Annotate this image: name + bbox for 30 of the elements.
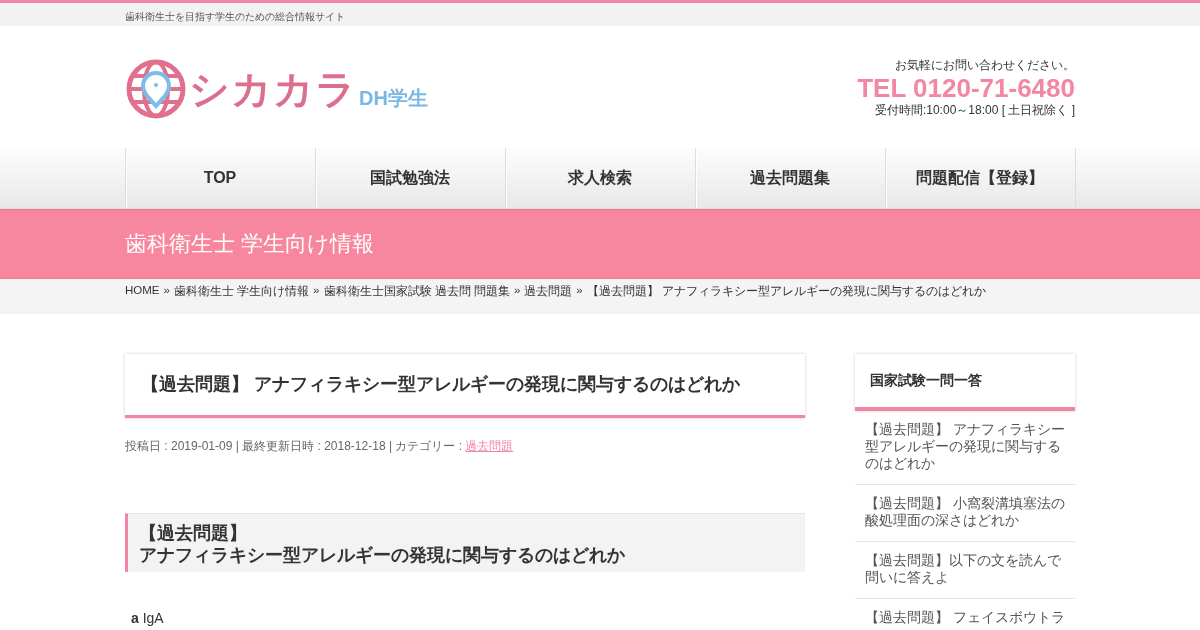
sidebar-link[interactable]: 【過去問題】 フェイスボウトラ: [855, 599, 1075, 630]
breadcrumb-link[interactable]: HOME: [125, 284, 160, 299]
nav-link[interactable]: 問題配信【登録】: [885, 148, 1076, 208]
breadcrumb-separator: »: [513, 284, 521, 298]
page-title: 歯科衛生士 学生向け情報: [125, 230, 376, 258]
article-title: 【過去問題】 アナフィラキシー型アレルギーの発現に関与するのはどれか: [125, 354, 805, 418]
breadcrumb-separator: »: [313, 284, 320, 298]
site-tagline: 歯科衛生士を目指す学生のための総合情報サイト: [125, 10, 345, 22]
nav-link[interactable]: TOP: [125, 148, 316, 208]
contact-note: お気軽にお問い合わせください。: [895, 57, 1075, 74]
globe-pin-icon: [125, 58, 187, 120]
nav-link[interactable]: 過去問題集: [695, 148, 886, 208]
breadcrumb-link[interactable]: 歯科衛生士 学生向け情報: [173, 284, 310, 299]
breadcrumb-link[interactable]: 歯科衛生士国家試験 過去問 問題集: [323, 284, 510, 299]
logo-subtext: DH学生: [359, 86, 428, 111]
sidebar-link[interactable]: 【過去問題】以下の文を読んで問いに答えよ: [855, 542, 1075, 599]
nav-link[interactable]: 求人検索: [505, 148, 696, 208]
question-heading: 【過去問題】 アナフィラキシー型アレルギーの発現に関与するのはどれか: [125, 513, 805, 572]
phone-number: TEL 0120-71-6480: [857, 74, 1075, 102]
breadcrumb-separator: »: [576, 284, 583, 298]
breadcrumb-current: 【過去問題】 アナフィラキシー型アレルギーの発現に関与するのはどれか: [586, 284, 986, 299]
breadcrumb-separator: »: [163, 284, 170, 298]
sidebar-title: 国家試験一問一答: [855, 354, 1075, 411]
sidebar-link[interactable]: 【過去問題】 小窩裂溝填塞法の酸処理面の深さはどれか: [855, 485, 1075, 542]
sidebar-link[interactable]: 【過去問題】 アナフィラキシー型アレルギーの発現に関与するのはどれか: [855, 411, 1075, 485]
office-hours: 受付時間:10:00～18:00 [ 土日祝除く ]: [874, 102, 1075, 119]
post-meta: 投稿日 : 2019-01-09 | 最終更新日時 : 2018-12-18 | カテゴリー :: [125, 439, 463, 453]
answer-choice: a IgA: [131, 610, 165, 627]
breadcrumb-link[interactable]: 過去問題: [524, 284, 573, 299]
nav-link[interactable]: 国試勉強法: [315, 148, 506, 208]
